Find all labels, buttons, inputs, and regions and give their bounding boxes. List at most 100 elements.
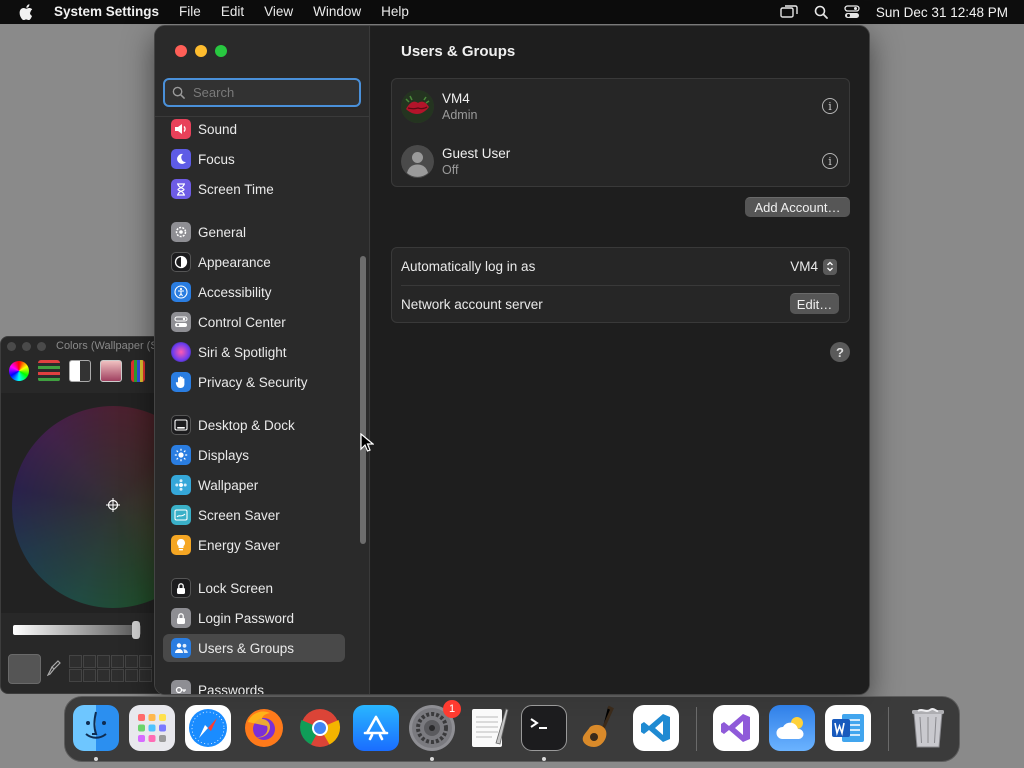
brightness-slider-knob[interactable] <box>132 621 140 639</box>
apple-menu-icon[interactable] <box>0 4 52 20</box>
moon-icon <box>171 149 191 169</box>
sidebar-item-label: Accessibility <box>198 284 272 300</box>
color-wheel-crosshair-icon[interactable] <box>106 498 120 512</box>
image-palettes-mode-icon[interactable] <box>100 360 122 382</box>
sidebar-item-label: Screen Saver <box>198 507 280 523</box>
sidebar-item-label: Screen Time <box>198 181 274 197</box>
mouse-cursor-icon <box>360 433 374 452</box>
user-row-vm4[interactable]: VM4 Admin i <box>392 79 849 133</box>
sidebar-item-siri-spotlight[interactable]: Siri & Spotlight <box>163 338 345 366</box>
garageband-icon[interactable] <box>577 705 623 751</box>
trash-icon[interactable] <box>905 705 951 751</box>
finder-icon[interactable] <box>73 705 119 751</box>
sidebar-item-label: Control Center <box>198 314 286 330</box>
color-wheel-mode-icon[interactable] <box>9 361 29 381</box>
sidebar-item-control-center[interactable]: Control Center <box>163 308 345 336</box>
pencils-mode-icon[interactable] <box>131 360 145 382</box>
menu-file[interactable]: File <box>169 0 211 24</box>
screen-mirroring-icon[interactable] <box>780 5 798 19</box>
safari-icon[interactable] <box>185 705 231 751</box>
user-row-guest[interactable]: Guest User Off i <box>392 134 849 188</box>
wallpaper-icon <box>171 475 191 495</box>
sidebar-item-label: Wallpaper <box>198 477 259 493</box>
vscode-icon[interactable] <box>633 705 679 751</box>
sidebar-item-users-groups[interactable]: Users & Groups <box>163 634 345 662</box>
app-store-icon[interactable] <box>353 705 399 751</box>
sidebar-item-displays[interactable]: Displays <box>163 441 345 469</box>
auto-login-select[interactable]: VM4 <box>790 258 837 275</box>
close-button[interactable] <box>175 45 187 57</box>
colors-minimize-button[interactable] <box>22 341 31 351</box>
menu-clock[interactable]: Sun Dec 31 12:48 PM <box>876 5 1008 20</box>
color-wheel[interactable] <box>12 406 159 608</box>
sidebar-item-privacy-security[interactable]: Privacy & Security <box>163 368 345 396</box>
add-account-button[interactable]: Add Account… <box>745 197 850 217</box>
sidebar-item-label: Lock Screen <box>198 580 274 596</box>
sidebar-item-passwords[interactable]: Passwords <box>163 676 345 694</box>
main-pane: Users & Groups VM4 Admin i Guest User Of… <box>371 26 869 694</box>
lips-avatar-icon <box>401 89 434 123</box>
info-icon[interactable]: i <box>822 153 838 169</box>
terminal-icon[interactable] <box>521 705 567 751</box>
sidebar-item-lock-screen[interactable]: Lock Screen <box>163 574 345 602</box>
network-server-row: Network account server <box>392 286 849 323</box>
dock-separator <box>696 707 697 751</box>
current-color-swatch[interactable] <box>8 654 41 684</box>
menu-app-name[interactable]: System Settings <box>52 0 169 24</box>
sidebar-item-label: Siri & Spotlight <box>198 344 287 360</box>
menu-help[interactable]: Help <box>371 0 419 24</box>
accessibility-icon <box>171 282 191 302</box>
auto-login-label: Automatically log in as <box>401 259 536 274</box>
sidebar-item-wallpaper[interactable]: Wallpaper <box>163 471 345 499</box>
help-button[interactable]: ? <box>830 342 850 362</box>
colors-panel-window: Colors (Wallpaper (S <box>0 336 160 694</box>
firefox-icon[interactable] <box>241 705 287 751</box>
sidebar-item-appearance[interactable]: Appearance <box>163 248 345 276</box>
microsoft-word-icon[interactable] <box>825 705 871 751</box>
visual-studio-icon[interactable] <box>713 705 759 751</box>
search-field[interactable] <box>163 78 361 107</box>
colors-zoom-button[interactable] <box>37 341 46 351</box>
lock-icon <box>171 578 191 598</box>
spotlight-search-icon[interactable] <box>814 5 828 19</box>
sidebar-item-accessibility[interactable]: Accessibility <box>163 278 345 306</box>
edit-button[interactable]: Edit… <box>790 293 839 314</box>
menu-view[interactable]: View <box>254 0 303 24</box>
sidebar-item-label: Focus <box>198 151 235 167</box>
info-icon[interactable]: i <box>822 98 838 114</box>
colors-close-button[interactable] <box>7 341 16 351</box>
sidebar-item-label: Desktop & Dock <box>198 417 295 433</box>
sidebar-item-screen-saver[interactable]: Screen Saver <box>163 501 345 529</box>
chrome-icon[interactable] <box>297 705 343 751</box>
color-palettes-mode-icon[interactable] <box>69 360 91 382</box>
hourglass-icon <box>171 179 191 199</box>
sidebar-item-login-password[interactable]: Login Password <box>163 604 345 632</box>
avatar <box>401 144 434 178</box>
eyedropper-icon[interactable] <box>47 660 61 678</box>
chevron-up-down-icon <box>823 258 837 275</box>
system-settings-icon[interactable]: 1 <box>409 700 461 751</box>
page-title: Users & Groups <box>401 43 516 60</box>
sidebar-item-focus[interactable]: Focus <box>163 145 345 173</box>
color-swatch-grid[interactable] <box>69 655 152 682</box>
control-center-icon[interactable] <box>844 5 860 19</box>
zoom-button[interactable] <box>215 45 227 57</box>
sidebar-item-energy-saver[interactable]: Energy Saver <box>163 531 345 559</box>
brightness-slider[interactable] <box>13 625 141 635</box>
weather-icon[interactable] <box>769 705 815 751</box>
color-sliders-mode-icon[interactable] <box>38 360 60 382</box>
menu-window[interactable]: Window <box>303 0 371 24</box>
sidebar-item-general[interactable]: General <box>163 218 345 246</box>
sidebar-item-desktop-dock[interactable]: Desktop & Dock <box>163 411 345 439</box>
sidebar-scrollbar[interactable] <box>360 256 366 544</box>
textedit-icon[interactable] <box>465 705 511 751</box>
color-wheel-area <box>1 393 159 613</box>
sidebar-item-sound[interactable]: Sound <box>163 115 345 143</box>
sidebar-item-label: Energy Saver <box>198 537 280 553</box>
sidebar-item-screen-time[interactable]: Screen Time <box>163 175 345 203</box>
dock-icon <box>171 415 191 435</box>
menu-edit[interactable]: Edit <box>211 0 254 24</box>
minimize-button[interactable] <box>195 45 207 57</box>
search-input[interactable] <box>193 85 343 100</box>
launchpad-icon[interactable] <box>129 705 175 751</box>
